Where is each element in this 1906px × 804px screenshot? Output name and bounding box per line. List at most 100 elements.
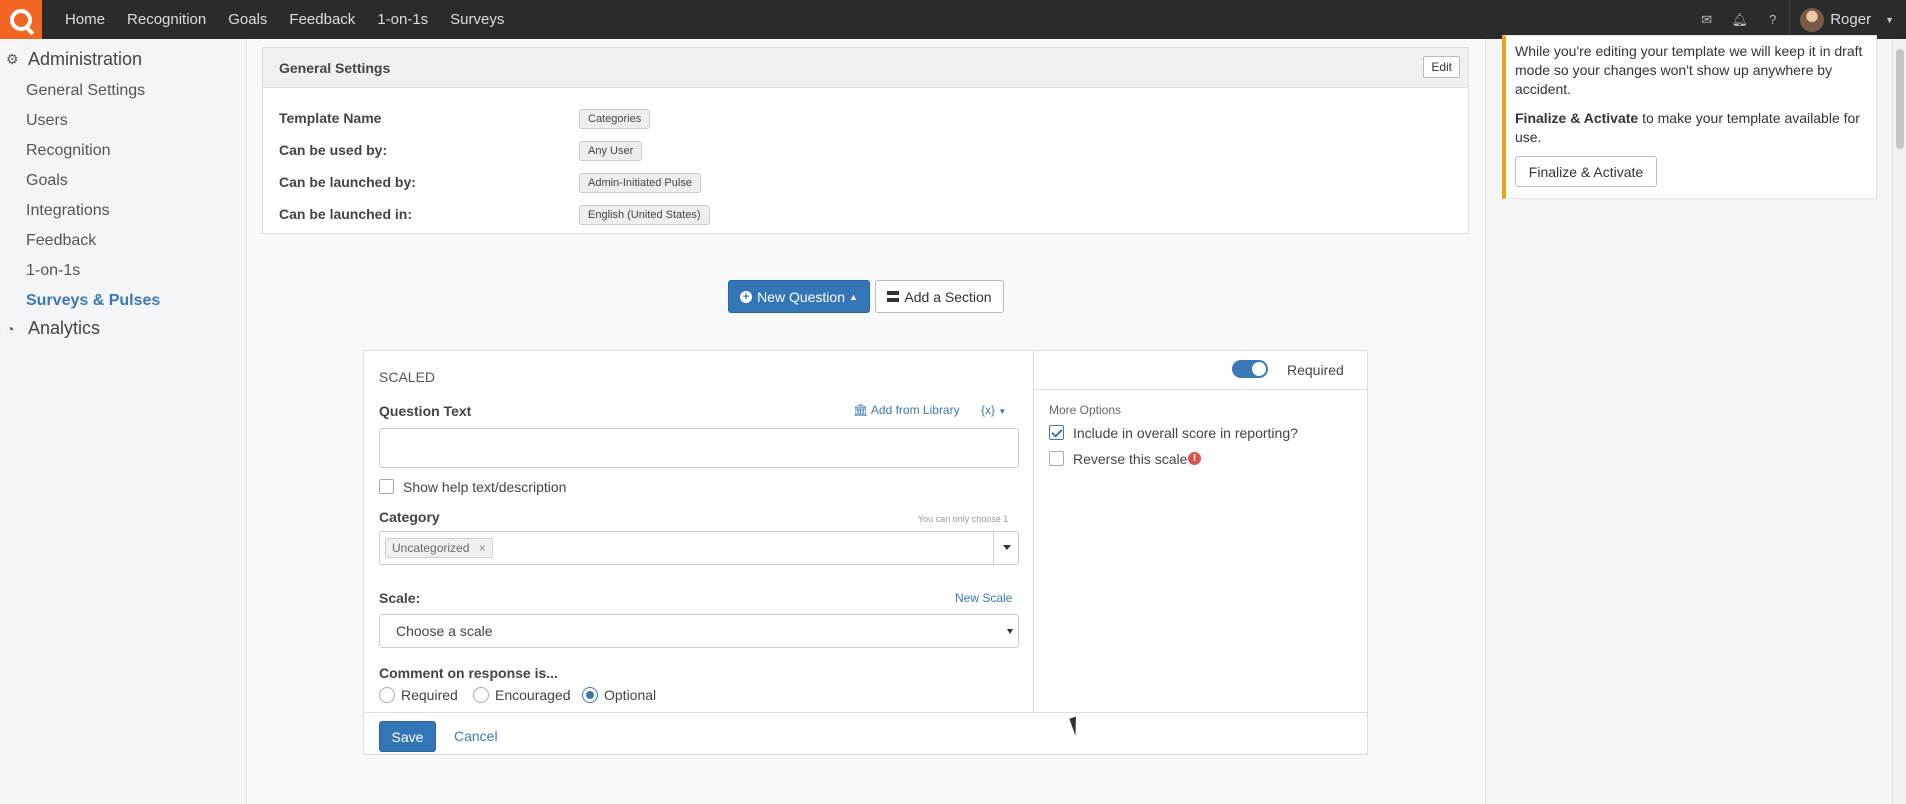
scrollbar[interactable] xyxy=(1892,39,1906,804)
question-text-label: Question Text xyxy=(379,403,472,419)
sidebar-section-label: Administration xyxy=(28,49,143,69)
comment-encouraged-label: Encouraged xyxy=(495,687,571,703)
cancel-button[interactable]: Cancel xyxy=(454,728,498,744)
sidebar-item-recognition[interactable]: Recognition xyxy=(0,136,246,166)
setting-value-badge: Categories xyxy=(579,109,651,129)
panel-title: General Settings xyxy=(263,48,1468,88)
add-section-label: Add a Section xyxy=(904,288,992,305)
nav-links: Home Recognition Goals Feedback 1-on-1s … xyxy=(54,0,515,39)
sidebar-item-feedback[interactable]: Feedback xyxy=(0,226,246,256)
bell-icon[interactable]: 🔔︎ xyxy=(1723,0,1756,39)
comment-required-label: Required xyxy=(401,687,458,703)
logo-icon xyxy=(10,8,32,31)
question-text-input[interactable] xyxy=(379,428,1019,468)
nav-surveys[interactable]: Surveys xyxy=(439,0,515,39)
nav-home[interactable]: Home xyxy=(54,0,116,39)
required-toggle[interactable] xyxy=(1232,360,1268,378)
plus-circle-icon: + xyxy=(740,290,753,303)
sidebar-section-analytics[interactable]: ◔ Analytics xyxy=(0,316,246,339)
sidebar-item-goals[interactable]: Goals xyxy=(0,166,246,196)
finalize-notice-text: Finalize & Activate to make your templat… xyxy=(1515,109,1870,147)
new-scale-link[interactable]: New Scale xyxy=(955,591,1012,605)
select-divider xyxy=(993,532,994,564)
show-help-label: Show help text/description xyxy=(403,479,567,495)
add-from-library-link[interactable]: 🏛︎ Add from Library xyxy=(853,403,960,417)
category-chip: Uncategorized × xyxy=(385,538,493,558)
bank-icon: 🏛︎ xyxy=(853,403,869,417)
nav-goals[interactable]: Goals xyxy=(217,0,278,39)
include-score-checkbox[interactable] xyxy=(1049,425,1064,440)
setting-value-badge: Admin-Initiated Pulse xyxy=(579,173,701,193)
category-hint: You can only choose 1 xyxy=(918,514,1009,524)
finalize-activate-button[interactable]: Finalize & Activate xyxy=(1515,156,1657,187)
main-content: General Settings Edit Template Name Cate… xyxy=(248,39,1485,804)
envelope-icon[interactable]: ✉ xyxy=(1690,0,1723,39)
sidebar-section-label: Analytics xyxy=(28,318,101,338)
sidebar-item-integrations[interactable]: Integrations xyxy=(0,196,246,226)
question-options-column: Required More Options Include in overall… xyxy=(1034,351,1367,712)
setting-label: Template Name xyxy=(279,110,382,126)
sidebar-list: General Settings Users Recognition Goals… xyxy=(0,76,246,316)
comment-optional-label: Optional xyxy=(604,687,657,703)
chevron-down-icon: ▼ xyxy=(1885,14,1894,25)
show-help-checkbox[interactable] xyxy=(379,479,394,494)
avatar xyxy=(1800,7,1825,32)
category-select[interactable]: Uncategorized × xyxy=(379,531,1019,565)
caret-up-icon: ▲ xyxy=(849,291,858,302)
draft-notice: While you're editing your template we wi… xyxy=(1502,35,1877,199)
nav-right: ✉ 🔔︎ ? Roger ▼ xyxy=(1690,0,1906,39)
nav-1on1s[interactable]: 1-on-1s xyxy=(366,0,439,39)
question-main-column: SCALED Question Text 🏛︎ Add from Library… xyxy=(364,351,1034,712)
caret-down-icon: ▼ xyxy=(998,407,1007,416)
setting-label: Can be launched by: xyxy=(279,174,416,190)
question-footer: Save Cancel xyxy=(364,712,1367,754)
nav-recognition[interactable]: Recognition xyxy=(116,0,217,39)
user-name: Roger xyxy=(1830,11,1872,28)
caret-down-icon[interactable] xyxy=(1003,545,1011,550)
comment-optional-radio[interactable] xyxy=(582,687,598,703)
new-question-label: New Question xyxy=(757,288,845,305)
sidebar-item-surveys-pulses[interactable]: Surveys & Pulses xyxy=(0,286,246,316)
question-icon[interactable]: ? xyxy=(1756,0,1789,39)
section-icon xyxy=(887,291,900,302)
save-button[interactable]: Save xyxy=(379,721,436,752)
sidebar-item-1on1s[interactable]: 1-on-1s xyxy=(0,256,246,286)
sidebar-item-users[interactable]: Users xyxy=(0,106,246,136)
user-menu[interactable]: Roger ▼ xyxy=(1789,0,1906,39)
variables-label: {x} xyxy=(981,403,996,417)
add-from-library-label: Add from Library xyxy=(870,403,960,417)
reverse-scale-checkbox[interactable] xyxy=(1049,451,1064,466)
variables-dropdown[interactable]: {x} ▼ xyxy=(981,403,1006,417)
divider xyxy=(1034,389,1367,390)
pie-chart-icon: ◔ xyxy=(6,320,15,337)
general-settings-panel: General Settings Edit Template Name Cate… xyxy=(262,47,1469,234)
scrollbar-thumb[interactable] xyxy=(1896,49,1904,149)
add-section-button[interactable]: Add a Section xyxy=(875,280,1004,313)
comment-encouraged-radio[interactable] xyxy=(473,687,489,703)
sidebar: ⚙ Administration General Settings Users … xyxy=(0,39,247,804)
scale-select-value: Choose a scale xyxy=(396,623,493,639)
reverse-scale-label: Reverse this scale xyxy=(1073,451,1188,467)
category-chip-label: Uncategorized xyxy=(392,541,470,555)
more-options-label: More Options xyxy=(1049,403,1122,417)
right-side-panel: While you're editing your template we wi… xyxy=(1485,35,1906,804)
scale-label: Scale: xyxy=(379,590,421,606)
edit-button[interactable]: Edit xyxy=(1423,56,1460,78)
comment-required-radio[interactable] xyxy=(379,687,395,703)
include-score-label: Include in overall score in reporting? xyxy=(1073,425,1298,441)
setting-label: Can be used by: xyxy=(279,142,388,158)
scale-select[interactable]: Choose a scale xyxy=(379,614,1019,648)
brand-logo[interactable] xyxy=(0,0,42,39)
top-navbar: Home Recognition Goals Feedback 1-on-1s … xyxy=(0,0,1906,39)
setting-value-badge: English (United States) xyxy=(579,205,710,225)
nav-feedback[interactable]: Feedback xyxy=(278,0,366,39)
sidebar-item-general-settings[interactable]: General Settings xyxy=(0,76,246,106)
category-label: Category xyxy=(379,509,440,525)
warning-icon[interactable]: ! xyxy=(1188,452,1201,465)
setting-label: Can be launched in: xyxy=(279,206,413,222)
caret-down-icon xyxy=(1007,629,1013,634)
required-toggle-label: Required xyxy=(1287,362,1344,378)
sidebar-section-administration[interactable]: ⚙ Administration xyxy=(0,39,246,70)
remove-chip-icon[interactable]: × xyxy=(479,541,486,555)
new-question-button[interactable]: + New Question ▲ xyxy=(728,280,870,313)
